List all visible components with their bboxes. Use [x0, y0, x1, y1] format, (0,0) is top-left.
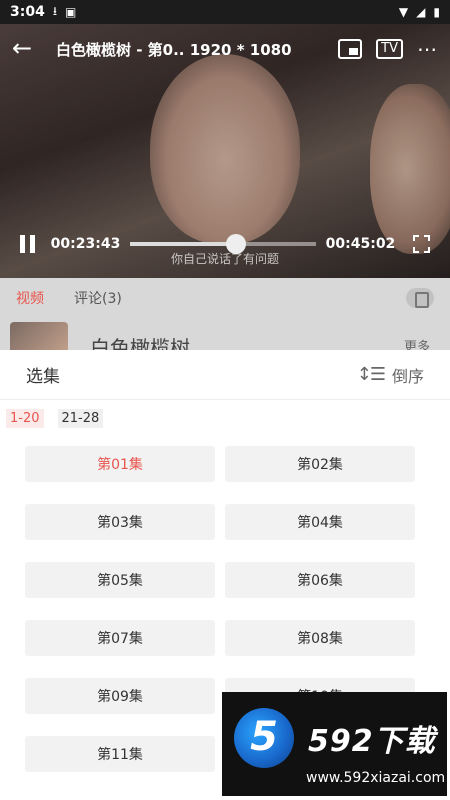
- player-top-bar: ← 白色橄榄树 - 第0.. 1920 * 1080 TV ⋯: [0, 24, 450, 74]
- episode-button[interactable]: 第08集: [225, 620, 415, 656]
- site-logo-icon: 5: [234, 708, 294, 768]
- video-title: 白色橄榄树 - 第0.. 1920 * 1080: [56, 40, 292, 59]
- site-logo-text: 5: [250, 714, 278, 760]
- content-tabs: 视频 评论(3): [0, 278, 450, 318]
- status-indicators: ▼ ◢ ▮: [399, 5, 440, 19]
- tv-cast-button[interactable]: TV: [376, 39, 403, 59]
- episode-button[interactable]: 第05集: [25, 562, 215, 598]
- episode-button[interactable]: 第04集: [225, 504, 415, 540]
- episode-button[interactable]: 第01集: [25, 446, 215, 482]
- episode-button[interactable]: 第11集: [25, 736, 215, 772]
- tab-video[interactable]: 视频: [16, 288, 44, 308]
- video-subtitle: 你自己说话了有问题: [170, 252, 279, 266]
- range-tab-1-20[interactable]: 1-20: [6, 408, 44, 428]
- episode-range-tabs: 1-20 21-28: [0, 400, 450, 436]
- episode-button[interactable]: 第09集: [25, 678, 215, 714]
- site-brand: 592下载: [308, 724, 436, 759]
- status-bar: 3:04 ⭳ ▣ ▼ ◢ ▮: [0, 0, 450, 24]
- download-icon: ⭳: [52, 3, 58, 18]
- notification-icon: ▣: [65, 5, 77, 19]
- sort-reverse-button[interactable]: ↕☰ 倒序: [357, 363, 424, 387]
- battery-icon: ▮: [433, 5, 440, 19]
- show-poster[interactable]: [10, 322, 68, 350]
- episode-button[interactable]: 第06集: [225, 562, 415, 598]
- danmaku-toggle-icon[interactable]: [406, 288, 434, 308]
- more-options-icon[interactable]: ⋯: [417, 37, 438, 61]
- more-link[interactable]: 更多: [404, 336, 430, 350]
- picture-in-picture-icon[interactable]: [338, 39, 363, 59]
- tab-comments[interactable]: 评论(3): [74, 288, 122, 308]
- site-watermark: 5 592下载 www.592xiazai.com: [222, 692, 447, 796]
- episode-button[interactable]: 第07集: [25, 620, 215, 656]
- show-info: 白色橄榄树 更多: [0, 318, 450, 350]
- sheet-title: 选集: [26, 367, 60, 387]
- seek-bar[interactable]: [130, 234, 316, 254]
- signal-icon: ◢: [416, 5, 426, 19]
- status-time: 3:04: [10, 4, 45, 20]
- back-arrow-icon[interactable]: ←: [12, 36, 36, 61]
- episode-button[interactable]: 第02集: [225, 446, 415, 482]
- seek-bar-fill: [130, 242, 237, 246]
- sheet-header: 选集 ↕☰ 倒序: [0, 350, 450, 400]
- range-tab-21-28[interactable]: 21-28: [57, 408, 104, 428]
- episode-button[interactable]: 第03集: [25, 504, 215, 540]
- site-url: www.592xiazai.com: [306, 770, 446, 786]
- sort-label: 倒序: [391, 366, 424, 386]
- show-title: 白色橄榄树: [90, 336, 190, 350]
- wifi-icon: ▼: [398, 5, 409, 19]
- sort-icon: ↕☰: [356, 364, 386, 385]
